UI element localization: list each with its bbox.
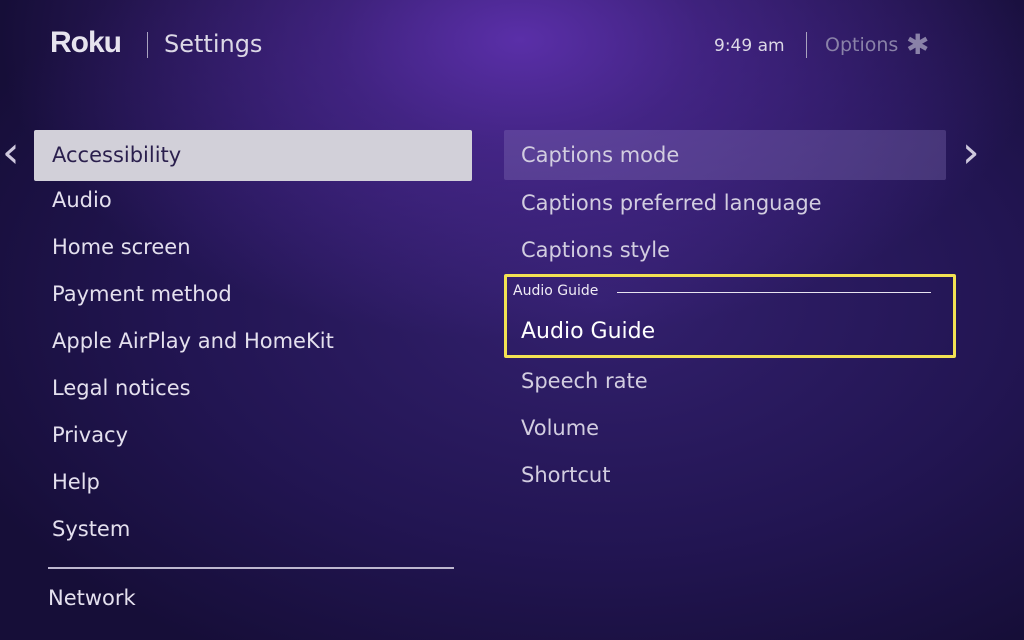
roku-logo: Roku xyxy=(50,26,122,59)
submenu-item-shortcut[interactable]: Shortcut xyxy=(504,452,946,499)
menu-item-privacy[interactable]: Privacy xyxy=(34,412,472,459)
settings-menu: Accessibility Audio Home screen Payment … xyxy=(34,130,472,553)
chevron-right-icon[interactable]: › xyxy=(962,128,980,178)
page-title: Settings xyxy=(164,30,263,58)
clock: 9:49 am xyxy=(714,36,785,56)
menu-item-payment-method[interactable]: Payment method xyxy=(34,271,472,318)
submenu-item-audio-guide[interactable]: Audio Guide xyxy=(521,319,655,344)
menu-item-legal-notices[interactable]: Legal notices xyxy=(34,365,472,412)
submenu-item-captions-language[interactable]: Captions preferred language xyxy=(504,180,946,227)
options-label[interactable]: Options xyxy=(825,34,898,56)
chevron-left-icon[interactable]: ‹ xyxy=(2,128,20,178)
menu-item-home-screen[interactable]: Home screen xyxy=(34,224,472,271)
menu-item-system[interactable]: System xyxy=(34,506,472,553)
section-divider xyxy=(617,292,931,293)
menu-item-audio[interactable]: Audio xyxy=(34,177,472,224)
accessibility-submenu: Captions mode Captions preferred languag… xyxy=(504,130,946,274)
audio-guide-submenu: Speech rate Volume Shortcut xyxy=(504,358,946,499)
menu-divider xyxy=(48,567,454,569)
submenu-item-volume[interactable]: Volume xyxy=(504,405,946,452)
header-separator xyxy=(147,32,148,58)
submenu-item-captions-mode[interactable]: Captions mode xyxy=(504,130,946,180)
audio-guide-highlight: Audio Guide Audio Guide xyxy=(504,274,956,358)
menu-item-help[interactable]: Help xyxy=(34,459,472,506)
header-separator-right xyxy=(806,32,807,58)
submenu-item-captions-style[interactable]: Captions style xyxy=(504,227,946,274)
submenu-item-speech-rate[interactable]: Speech rate xyxy=(504,358,946,405)
audio-guide-section-header: Audio Guide xyxy=(513,283,599,299)
header: Roku Settings 9:49 am Options ✱ xyxy=(0,0,1024,90)
menu-item-network[interactable]: Network xyxy=(48,586,136,610)
menu-item-airplay-homekit[interactable]: Apple AirPlay and HomeKit xyxy=(34,318,472,365)
asterisk-icon[interactable]: ✱ xyxy=(906,31,929,59)
menu-item-accessibility[interactable]: Accessibility xyxy=(34,130,472,181)
